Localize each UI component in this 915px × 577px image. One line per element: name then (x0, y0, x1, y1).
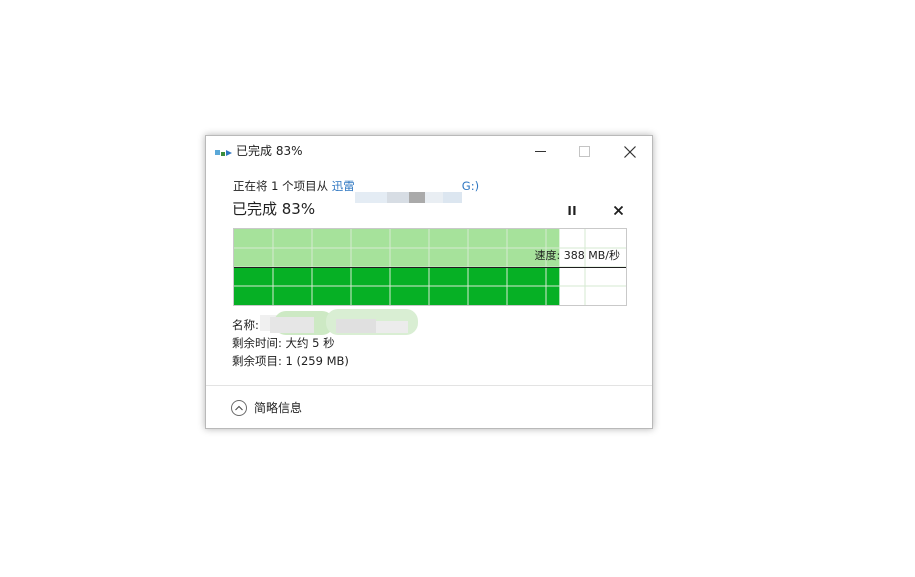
speed-label: 速度: 388 MB/秒 (534, 249, 620, 262)
close-button[interactable] (608, 136, 652, 167)
time-remaining: 剩余时间: 大约 5 秒 (232, 336, 335, 350)
source-drive: G:) (461, 179, 480, 193)
fewer-details-toggle[interactable]: 简略信息 (231, 398, 302, 418)
progress-heading: 已完成 83% (232, 200, 316, 218)
items-remaining: 剩余项目: 1 (259 MB) (232, 354, 349, 368)
maximize-button[interactable] (562, 136, 606, 167)
maximize-icon (578, 146, 590, 157)
transfer-speed-graph: 速度: 388 MB/秒 (233, 228, 627, 306)
close-icon (624, 145, 636, 158)
title-bar[interactable]: 已完成 83% (206, 136, 652, 167)
pause-button[interactable] (562, 201, 582, 219)
source-name: 迅雷 (331, 179, 355, 193)
file-name-row: 名称: (232, 309, 418, 335)
copy-source-line: 正在将 1 个项目从 迅雷 G:) (233, 179, 480, 203)
speed-graph-canvas (234, 229, 626, 305)
chevron-up-icon (231, 400, 247, 416)
cancel-icon (613, 205, 623, 215)
file-copy-dialog: 已完成 83% 正在将 1 个项目从 迅雷 G:) 已完成 83% 速度: 38… (205, 135, 653, 429)
fewer-details-label: 简略信息 (254, 400, 303, 415)
copy-transfer-icon (215, 150, 232, 156)
footer-divider (206, 385, 652, 386)
minimize-button[interactable] (518, 136, 562, 167)
file-name-label: 名称: (232, 318, 259, 332)
cancel-copy-button[interactable] (608, 201, 628, 219)
copy-from-prefix: 正在将 1 个项目从 (233, 179, 332, 193)
source-location-link[interactable]: 迅雷 G:) (331, 179, 480, 203)
window-title: 已完成 83% (236, 144, 303, 158)
pause-icon (568, 205, 576, 215)
redacted-file-name (260, 309, 418, 335)
minimize-icon (534, 151, 546, 152)
